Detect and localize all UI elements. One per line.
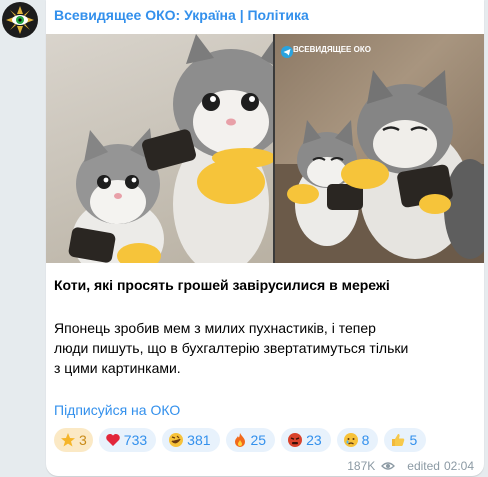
post-body: Японець зробив мем з милих пухнастиків, … <box>54 320 409 376</box>
channel-avatar[interactable] <box>2 2 38 38</box>
thumbs-up-icon <box>390 432 406 448</box>
rofl-face-icon <box>168 432 184 448</box>
cat-meme-photo-right[interactable]: ВСЕВИДЯЩЕЕ ОКО <box>275 34 484 263</box>
message-bubble: Всевидящее ОКО: Україна | Політика ВСЕВИ… <box>46 0 484 476</box>
reaction-count: 5 <box>409 432 418 448</box>
message-time: 02:04 <box>443 459 474 473</box>
reaction-count: 3 <box>79 432 87 448</box>
eye-icon <box>381 462 396 470</box>
view-count: 187K <box>347 459 376 473</box>
post-media[interactable]: ВСЕВИДЯЩЕЕ ОКО <box>46 34 484 263</box>
reaction-star[interactable]: 3 <box>54 428 93 452</box>
angry-face-icon <box>287 432 303 448</box>
eye-logo-icon <box>3 3 37 37</box>
edited-label: edited <box>407 459 440 473</box>
fire-icon <box>232 432 248 448</box>
cats-illustration-left <box>68 34 289 263</box>
cats-illustration-right: ВСЕВИДЯЩЕЕ ОКО <box>275 45 484 263</box>
cat-meme-photo-left[interactable] <box>46 34 289 263</box>
media-watermark: ВСЕВИДЯЩЕЕ ОКО <box>293 45 371 54</box>
reaction-count: 733 <box>123 432 148 448</box>
reaction-rofl[interactable]: 381 <box>162 428 220 452</box>
reaction-count: 381 <box>187 432 211 448</box>
telegram-icon <box>281 46 293 58</box>
reaction-count: 23 <box>306 432 322 448</box>
crying-face-icon <box>343 432 359 448</box>
reaction-fire[interactable]: 25 <box>225 428 276 452</box>
reaction-angry[interactable]: 23 <box>281 428 331 452</box>
channel-title[interactable]: Всевидящее ОКО: Україна | Політика <box>54 7 309 23</box>
red-heart-icon <box>105 432 121 448</box>
reactions-bar: 3 733 381 25 23 8 5 <box>54 428 427 452</box>
message-footer: 187K edited 02:04 <box>347 459 474 473</box>
reaction-crying[interactable]: 8 <box>336 428 379 452</box>
subscribe-link[interactable]: Підписуйся на ОКО <box>54 402 180 418</box>
star-icon <box>60 432 76 448</box>
reaction-count: 25 <box>250 432 267 448</box>
reaction-count: 8 <box>361 432 370 448</box>
post-title: Коти, які просять грошей завірусилися в … <box>54 277 390 293</box>
reaction-heart[interactable]: 733 <box>98 428 157 452</box>
reaction-thumbs-up[interactable]: 5 <box>384 428 427 452</box>
